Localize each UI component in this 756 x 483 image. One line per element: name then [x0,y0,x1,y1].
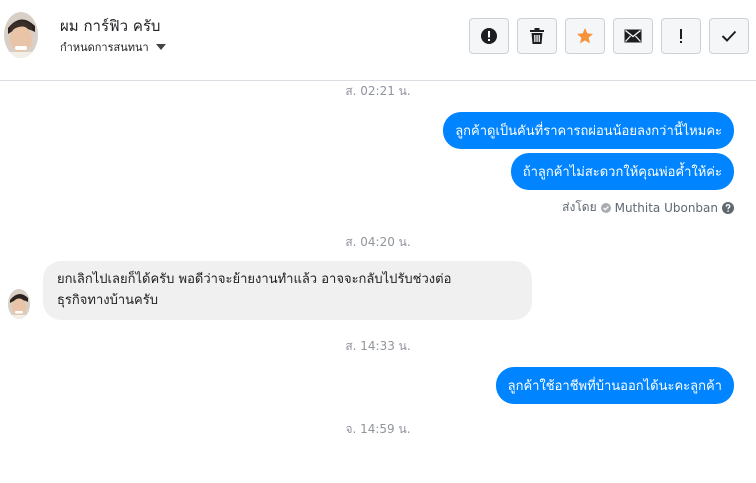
outgoing-message[interactable]: ลูกค้าดูเป็นคันที่ราคารถผ่อนน้อยลงกว่านี… [443,112,734,149]
mark-done-button[interactable] [709,18,749,54]
conversation-options-label: กำหนดการสนทนา [60,41,149,54]
conversation-options-dropdown[interactable]: กำหนดการสนทนา [60,38,166,56]
outgoing-message[interactable]: ถ้าลูกค้าไม่สะดวกให้คุณพ่อค้ำให้ค่ะ [510,153,734,190]
star-button[interactable] [565,18,605,54]
help-icon[interactable] [722,201,734,214]
timestamp: ส. 02:21 น. [345,84,411,98]
incoming-message-line: ยกเลิกไปเลยก็ได้ครับ พอดีว่าจะย้ายงานทำแ… [57,272,452,287]
contact-name[interactable]: ผม การ์ฟิว ครับ [60,14,160,38]
star-icon [577,28,593,44]
sent-by-label: ส่งโดย [562,200,597,214]
mark-unread-button[interactable] [613,18,653,54]
contact-avatar-small[interactable] [8,289,30,319]
sent-by-info: ส่งโดย Muthita Ubonban [562,198,734,217]
timestamp: ส. 14:33 น. [345,339,411,353]
verified-check-icon [600,202,611,213]
spam-button[interactable] [661,18,701,54]
incoming-message[interactable]: ยกเลิกไปเลยก็ได้ครับ พอดีว่าจะย้ายงานทำแ… [43,261,532,320]
incoming-message-line: ธุรกิจทางบ้านครับ [57,293,158,308]
sender-name[interactable]: Muthita Ubonban [615,201,718,215]
timestamp: ส. 04:20 น. [345,235,411,249]
contact-avatar[interactable] [4,12,38,58]
caret-down-icon [155,44,166,50]
conversation-header: ผม การ์ฟิว ครับ กำหนดการสนทนา [0,0,756,81]
trash-icon [530,28,544,44]
timestamp: จ. 14:59 น. [345,422,411,436]
checkmark-icon [721,30,737,42]
report-button[interactable] [469,18,509,54]
toolbar [469,18,749,54]
envelope-icon [624,29,642,43]
outgoing-message[interactable]: ลูกค้าใช้อาชีพที่บ้านออกได้นะคะลูกค้า [495,367,734,404]
exclamation-icon [680,29,682,43]
alert-circle-icon [481,28,497,44]
delete-button[interactable] [517,18,557,54]
